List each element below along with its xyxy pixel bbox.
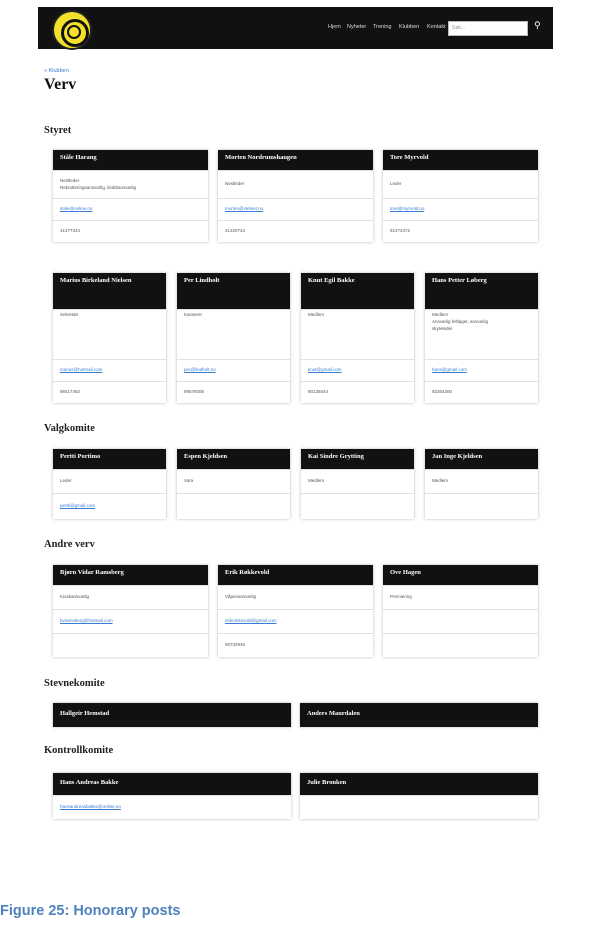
member-email[interactable]: bvramsberg@hotmail.com [53, 609, 208, 633]
search-icon[interactable]: ⚲ [534, 21, 544, 31]
section-title-styret: Styret [44, 125, 72, 136]
member-role: Vara [177, 469, 290, 493]
member-role: Medlem [432, 312, 449, 317]
member-role-extra: Rekrutteringsansvarlig, klubbansvarlig [60, 184, 137, 190]
top-navigation-bar: Hjem Nyheter Trening Klubben Kontakt Søk… [38, 7, 553, 50]
member-role: Våpenansvarlig [218, 585, 373, 609]
member-card: Ståle Harang Nestleder Rekrutteringsansv… [53, 150, 208, 242]
member-name: Marius Birkeland Nielsen [53, 273, 166, 309]
member-email[interactable]: tore@myrvold.no [383, 198, 538, 220]
member-card: Bjørn Vidar Ramsberg Kioskansvarlig bvra… [53, 565, 208, 657]
member-role: Premiering [383, 585, 538, 609]
member-role: Leder [53, 469, 166, 493]
member-phone: 90732945 [218, 633, 373, 657]
member-role-extra: Ansvarlig feltlaget, ansvarlig [432, 318, 489, 324]
member-role: Medlem [425, 469, 538, 493]
member-name: Jan Inge Kjeldsen [425, 449, 538, 469]
member-card: Hans Petter Løberg Medlem Ansvarlig felt… [425, 273, 538, 403]
member-role: Nestleder [218, 170, 373, 198]
member-name: Julie Bronken [300, 773, 538, 795]
member-name: Kai Sindre Grytting [301, 449, 414, 469]
member-phone: 92364200 [425, 381, 538, 403]
breadcrumb[interactable]: « Klubben [44, 68, 69, 74]
member-email[interactable]: marius@hotmail.com [53, 359, 166, 381]
member-email[interactable]: hansandreasbakke@online.no [53, 795, 291, 819]
section-title-valgkomite: Valgkomite [44, 423, 95, 434]
member-card: Knut Egil Bakke Medlem knut@gmail.com 90… [301, 273, 414, 403]
member-phone: 41477344 [53, 220, 208, 242]
member-role: Kasserer [177, 309, 290, 359]
member-role: Sekretær [53, 309, 166, 359]
member-name: Bjørn Vidar Ramsberg [53, 565, 208, 585]
section-title-stevnekomite: Stevnekomite [44, 678, 105, 689]
member-card: Per Lindholt Kasserer per@lindholt.no 99… [177, 273, 290, 403]
member-email[interactable]: knut@gmail.com [301, 359, 414, 381]
member-card: Kai Sindre Grytting Medlem [301, 449, 414, 519]
member-name: Tore Myrvold [383, 150, 538, 170]
club-logo[interactable] [52, 10, 92, 50]
page-title: Verv [44, 76, 77, 93]
member-role: Nestleder [60, 177, 80, 183]
member-name: Erik Røkkevold [218, 565, 373, 585]
member-card: Morten Nordrumshaugen Nestleder morten@v… [218, 150, 373, 242]
member-card: Marius Birkeland Nielsen Sekretær marius… [53, 273, 166, 403]
nav-kontakt[interactable]: Kontakt [427, 24, 446, 30]
member-role: Kioskansvarlig [53, 585, 208, 609]
member-card: Hans Andreas Bakke hansandreasbakke@onli… [53, 773, 291, 819]
member-name: Morten Nordrumshaugen [218, 150, 373, 170]
nav-klubben[interactable]: Klubben [399, 24, 419, 30]
section-title-andre-verv: Andre verv [44, 539, 95, 550]
member-name: Pertti Portimo [53, 449, 166, 469]
member-name: Espen Kjeldsen [177, 449, 290, 469]
section-title-kontrollkomite: Kontrollkomite [44, 745, 114, 756]
member-card: Pertti Portimo Leder pertti@gmail.com [53, 449, 166, 519]
member-card: Jan Inge Kjeldsen Medlem [425, 449, 538, 519]
member-phone: 90135544 [301, 381, 414, 403]
member-phone: 91474472 [383, 220, 538, 242]
member-phone: 98417462 [53, 381, 166, 403]
member-email[interactable]: morten@vtelnet.no [218, 198, 373, 220]
member-name: Knut Egil Bakke [301, 273, 414, 309]
member-card: Julie Bronken [300, 773, 538, 819]
figure-caption: Figure 25: Honorary posts [0, 903, 181, 919]
member-card: Tore Myrvold Leder tore@myrvold.no 91474… [383, 150, 538, 242]
search-input[interactable]: Søk... [448, 21, 528, 36]
member-card: Hallgeir Hemstad [53, 703, 291, 727]
member-email[interactable]: erikrokkevold@gmail.com [218, 609, 373, 633]
member-name: Ståle Harang [53, 150, 208, 170]
member-email[interactable]: per@lindholt.no [177, 359, 290, 381]
member-role: Medlem [301, 469, 414, 493]
nav-hjem[interactable]: Hjem [328, 24, 341, 30]
member-email[interactable]: pertti@gmail.com [53, 493, 166, 519]
nav-nyheter[interactable]: Nyheter [347, 24, 366, 30]
member-name: Per Lindholt [177, 273, 290, 309]
member-name: Hans Petter Løberg [425, 273, 538, 309]
member-phone: 41320734 [218, 220, 373, 242]
member-name: Anders Maurdalen [300, 703, 538, 727]
member-role: Medlem [301, 309, 414, 359]
member-phone: 99578006 [177, 381, 290, 403]
member-email[interactable]: hans@gmail.com [425, 359, 538, 381]
member-email[interactable]: stale@online.no [53, 198, 208, 220]
member-card: Espen Kjeldsen Vara [177, 449, 290, 519]
nav-trening[interactable]: Trening [373, 24, 391, 30]
member-role: Leder [383, 170, 538, 198]
member-name: Ove Hagen [383, 565, 538, 585]
member-card: Erik Røkkevold Våpenansvarlig erikrokkev… [218, 565, 373, 657]
member-card: Anders Maurdalen [300, 703, 538, 727]
member-role-extra: skyteleder [432, 325, 453, 331]
member-card: Ove Hagen Premiering [383, 565, 538, 657]
member-name: Hans Andreas Bakke [53, 773, 291, 795]
member-name: Hallgeir Hemstad [53, 703, 291, 727]
